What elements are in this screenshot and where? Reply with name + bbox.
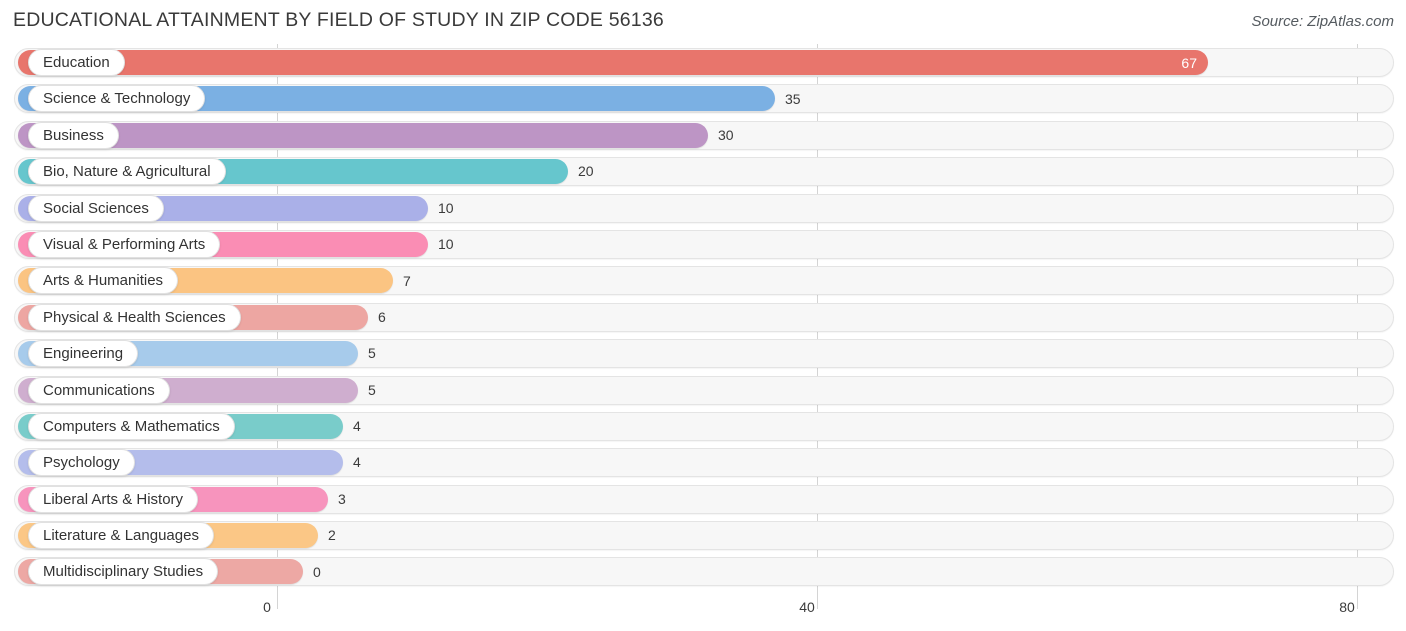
category-label: Bio, Nature & Agricultural (43, 163, 211, 181)
bar-row[interactable]: 30 Business (0, 117, 1406, 153)
bar-value-label: 2 (328, 527, 336, 544)
source-attribution: Source: ZipAtlas.com (1251, 13, 1394, 30)
bar-row[interactable]: 7 Arts & Humanities (0, 262, 1406, 298)
bar-row[interactable]: 5 Engineering (0, 335, 1406, 371)
bar-value-label: 67 (1181, 54, 1197, 71)
tick-label-40: 40 (799, 599, 815, 615)
category-label: Business (43, 126, 104, 144)
tick-label-0: 0 (263, 599, 271, 615)
category-label: Physical & Health Sciences (43, 308, 226, 326)
tick-mark (277, 596, 278, 609)
category-label: Engineering (43, 345, 124, 363)
category-pill[interactable]: Education (28, 49, 125, 76)
bar-row[interactable]: 2 Literature & Languages (0, 517, 1406, 553)
tick-mark (817, 596, 818, 609)
bar-row[interactable]: 67 Education (0, 44, 1406, 80)
category-label: Science & Technology (43, 90, 191, 108)
chart-header: EDUCATIONAL ATTAINMENT BY FIELD OF STUDY… (0, 0, 1406, 44)
bar-rows: 67 Education 35 Science & Technology 30 Busin… (0, 44, 1406, 590)
bar-row[interactable]: 4 Computers & Mathematics (0, 408, 1406, 444)
plot-area: 67 Education 35 Science & Technology 30 Busin… (0, 44, 1406, 596)
bar-value-label: 6 (378, 308, 386, 325)
category-pill[interactable]: Literature & Languages (28, 522, 214, 550)
category-label: Computers & Mathematics (43, 417, 220, 435)
category-label: Psychology (43, 454, 120, 472)
bar[interactable]: 67 (18, 50, 1208, 75)
bar-value-label: 7 (403, 272, 411, 289)
chart-page: EDUCATIONAL ATTAINMENT BY FIELD OF STUDY… (0, 0, 1406, 631)
category-pill[interactable]: Science & Technology (28, 85, 206, 113)
bar-row[interactable]: 3 Liberal Arts & History (0, 481, 1406, 517)
bar-row[interactable]: 10 Social Sciences (0, 190, 1406, 226)
bar-row[interactable]: 6 Physical & Health Sciences (0, 299, 1406, 335)
tick-mark (1357, 596, 1358, 609)
category-label: Visual & Performing Arts (43, 235, 206, 253)
x-axis: 0 40 80 (0, 596, 1406, 631)
category-pill[interactable]: Communications (28, 376, 170, 404)
bar-value-label: 10 (438, 199, 454, 216)
category-label: Liberal Arts & History (43, 490, 184, 508)
category-pill[interactable]: Computers & Mathematics (28, 412, 235, 440)
bar-value-label: 10 (438, 236, 454, 253)
category-pill[interactable]: Visual & Performing Arts (28, 230, 221, 258)
category-label: Education (43, 54, 110, 71)
bar-value-label: 4 (353, 454, 361, 471)
bar-value-label: 5 (368, 345, 376, 362)
bar-value-label: 5 (368, 381, 376, 398)
bar-row[interactable]: 5 Communications (0, 372, 1406, 408)
category-pill[interactable]: Liberal Arts & History (28, 485, 199, 513)
bar-row[interactable]: 20 Bio, Nature & Agricultural (0, 153, 1406, 189)
bar-row[interactable]: 4 Psychology (0, 444, 1406, 480)
bar-row[interactable]: 10 Visual & Performing Arts (0, 226, 1406, 262)
bar-value-label: 35 (785, 90, 801, 107)
category-pill[interactable]: Psychology (28, 449, 135, 477)
category-pill[interactable]: Multidisciplinary Studies (28, 558, 219, 586)
category-pill[interactable]: Physical & Health Sciences (28, 303, 241, 331)
bar-row[interactable]: 35 Science & Technology (0, 80, 1406, 116)
bar-value-label: 3 (338, 490, 346, 507)
category-label: Literature & Languages (43, 527, 199, 545)
bar-value-label: 30 (718, 126, 734, 143)
page-title: EDUCATIONAL ATTAINMENT BY FIELD OF STUDY… (13, 9, 664, 31)
category-pill[interactable]: Arts & Humanities (28, 267, 179, 295)
category-label: Arts & Humanities (43, 272, 164, 290)
category-pill[interactable]: Social Sciences (28, 194, 164, 222)
bar-value-label: 4 (353, 418, 361, 435)
category-pill[interactable]: Business (28, 121, 119, 149)
category-label: Social Sciences (43, 199, 149, 217)
bar-row[interactable]: 0 Multidisciplinary Studies (0, 553, 1406, 589)
bar-value-label: 0 (313, 563, 321, 580)
bar-value-label: 20 (578, 163, 594, 180)
category-label: Multidisciplinary Studies (43, 563, 204, 581)
category-pill[interactable]: Engineering (28, 340, 139, 368)
tick-label-80: 80 (1339, 599, 1355, 615)
bar[interactable] (18, 122, 708, 148)
category-pill[interactable]: Bio, Nature & Agricultural (28, 158, 226, 186)
category-label: Communications (43, 381, 155, 399)
